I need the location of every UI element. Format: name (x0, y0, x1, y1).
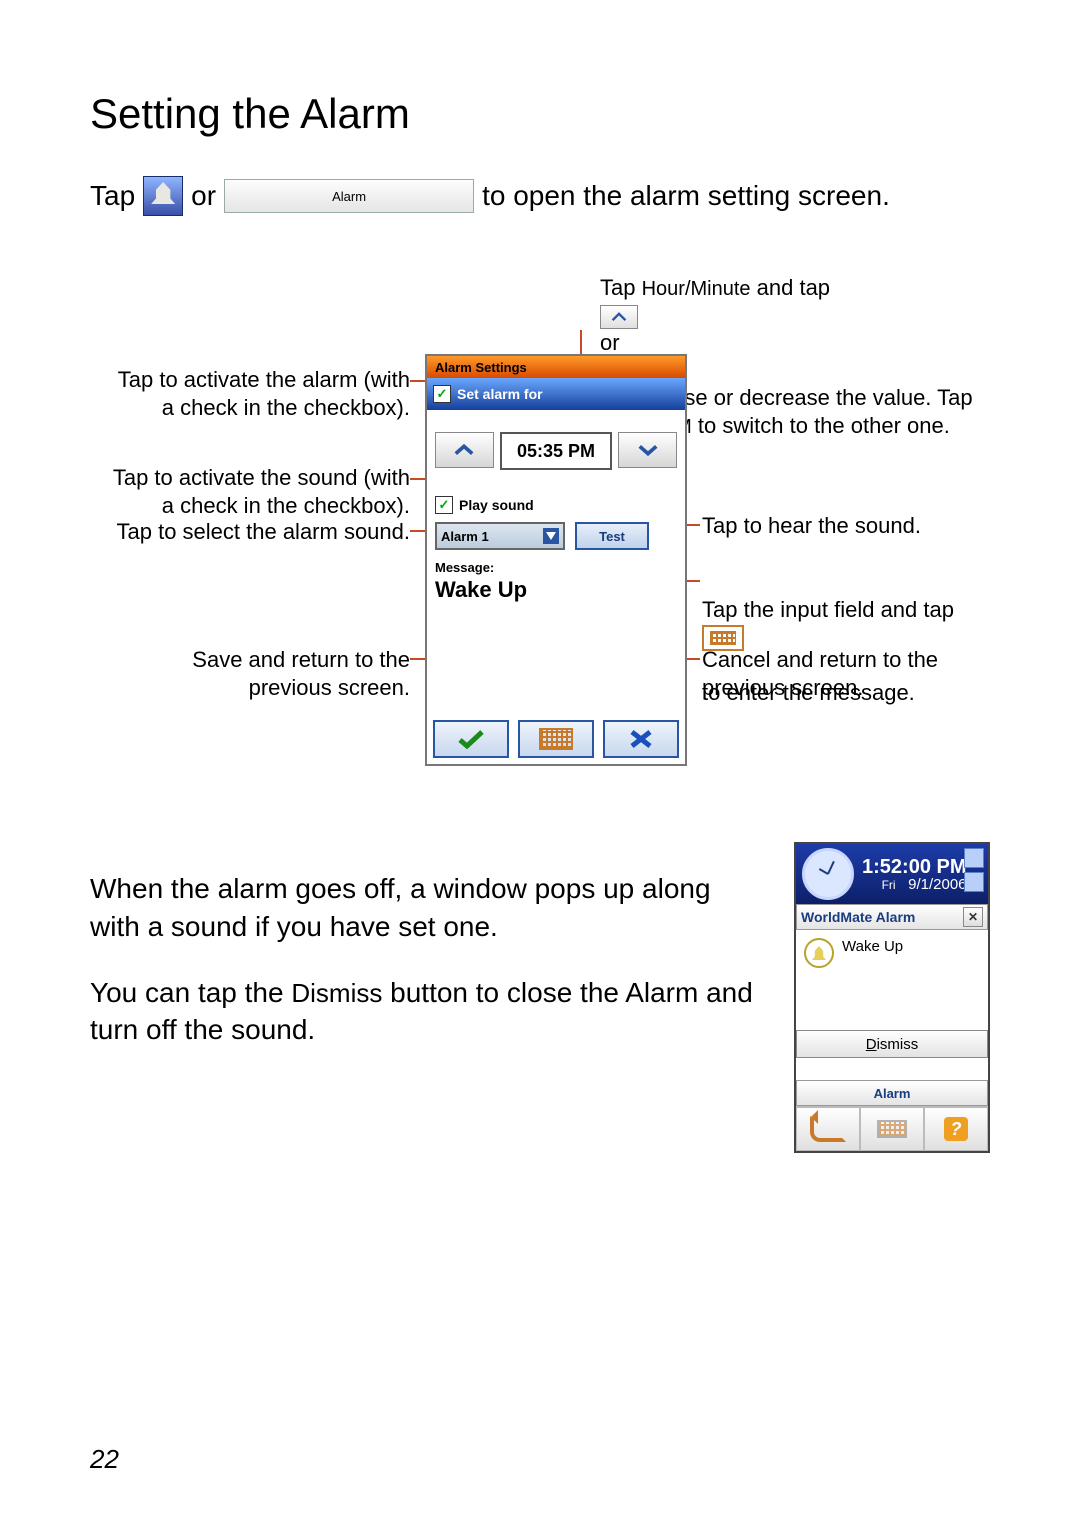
popup-header: 1:52:00 PM Fri 9/1/2006 (796, 844, 988, 904)
alarm-button[interactable]: Alarm (224, 179, 474, 213)
alarm-popup: 1:52:00 PM Fri 9/1/2006 WorldMate Alarm … (794, 842, 990, 1153)
up-arrow-mini-icon (600, 305, 638, 329)
p2a: You can tap the (90, 977, 291, 1008)
play-sound-label: Play sound (459, 497, 534, 513)
popup-body: Wake Up (796, 930, 988, 1026)
time-down-button[interactable] (618, 432, 677, 468)
paragraph-1: When the alarm goes off, a window pops u… (90, 870, 764, 946)
sound-dropdown[interactable]: Alarm 1 (435, 522, 565, 550)
callout-save: Save and return to the previous screen. (80, 646, 410, 701)
callout-select-sound: Tap to select the alarm sound. (80, 518, 410, 546)
set-alarm-row[interactable]: ✓ Set alarm for (427, 378, 685, 410)
paragraph-2: You can tap the Dismiss button to close … (90, 974, 764, 1050)
play-sound-checkbox[interactable]: ✓ (435, 496, 453, 514)
keyboard-button-2[interactable] (860, 1107, 924, 1151)
page-title: Setting the Alarm (90, 90, 990, 138)
sound-selected: Alarm 1 (441, 529, 489, 544)
help-icon: ? (944, 1117, 968, 1141)
keyboard-icon (539, 728, 573, 750)
intro-rest: to open the alarm setting screen. (482, 180, 890, 212)
popup-titlebar-text: WorldMate Alarm (801, 909, 915, 925)
bell-icon (804, 938, 834, 968)
cancel-button[interactable] (603, 720, 679, 758)
help-button[interactable]: ? (924, 1107, 988, 1151)
message-value[interactable]: Wake Up (427, 577, 685, 609)
popup-message: Wake Up (842, 938, 903, 955)
set-alarm-label: Set alarm for (457, 386, 543, 402)
popup-titlebar: WorldMate Alarm ✕ (796, 904, 988, 930)
diagram: Tap Hour/Minute and tap or to increase o… (80, 246, 980, 796)
device-title: Alarm Settings (427, 356, 685, 378)
time-up-button[interactable] (435, 432, 494, 468)
save-button[interactable] (433, 720, 509, 758)
message-label: Message: (427, 554, 685, 577)
clock-icon (802, 848, 854, 900)
callout-cancel: Cancel and return to the previous screen… (702, 646, 938, 701)
callout-activate-alarm: Tap to activate the alarm (with a check … (80, 366, 410, 421)
play-sound-row[interactable]: ✓ Play sound (427, 492, 685, 518)
set-alarm-checkbox[interactable]: ✓ (433, 385, 451, 403)
dismiss-button[interactable]: Dismiss (796, 1030, 988, 1058)
page-number: 22 (90, 1444, 119, 1475)
alarm-icon (143, 176, 183, 216)
popup-alarm-row[interactable]: Alarm (796, 1080, 988, 1106)
back-button[interactable] (796, 1107, 860, 1151)
close-icon[interactable]: ✕ (963, 907, 983, 927)
keyboard-button[interactable] (518, 720, 594, 758)
intro-or: or (191, 180, 216, 212)
callout-activate-sound: Tap to activate the sound (with a check … (80, 464, 410, 519)
header-icon-2[interactable] (964, 872, 984, 892)
time-display[interactable]: 05:35 PM (500, 432, 612, 470)
chevron-down-icon (543, 528, 559, 544)
test-button[interactable]: Test (575, 522, 649, 550)
time-row: 05:35 PM (427, 410, 685, 492)
intro-tap: Tap (90, 180, 135, 212)
intro-line: Tap or Alarm to open the alarm setting s… (90, 176, 990, 216)
p2b: Dismiss (291, 978, 382, 1008)
callout-input-a: Tap the input field and tap (702, 597, 954, 622)
popup-date: 9/1/2006 (908, 876, 966, 893)
back-icon (810, 1116, 846, 1142)
callout-hear: Tap to hear the sound. (702, 512, 921, 540)
header-icon-1[interactable] (964, 848, 984, 868)
popup-day: Fri (882, 878, 896, 892)
keyboard-icon-2 (877, 1120, 907, 1138)
popup-time: 1:52:00 PM (862, 857, 967, 877)
alarm-settings-device: Alarm Settings ✓ Set alarm for 05:35 PM … (425, 354, 687, 766)
